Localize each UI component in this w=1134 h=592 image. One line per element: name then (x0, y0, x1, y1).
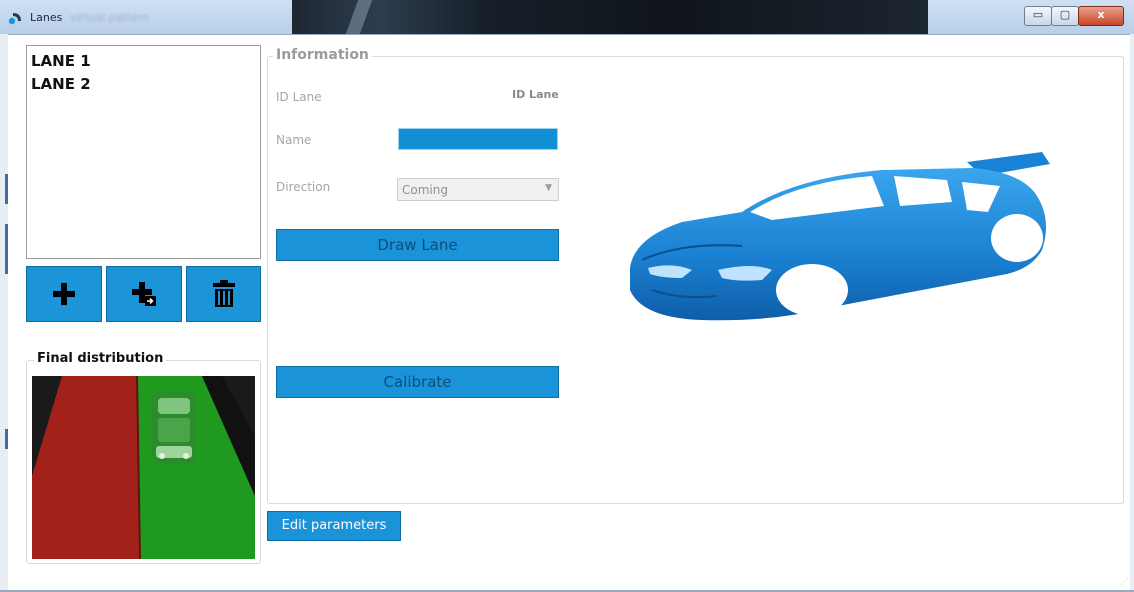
direction-value: Coming (402, 183, 448, 197)
lane-list-item[interactable]: LANE 2 (31, 73, 260, 96)
calibrate-button[interactable]: Calibrate (276, 366, 559, 398)
plus-arrow-icon (132, 282, 156, 306)
add-from-button[interactable] (106, 266, 182, 322)
draw-lane-button[interactable]: Draw Lane (276, 229, 559, 261)
name-label: Name (276, 133, 312, 147)
name-input[interactable] (398, 128, 558, 150)
app-icon (8, 13, 21, 25)
lane-list-item[interactable]: LANE 1 (31, 50, 260, 73)
window-title: Lanes (30, 11, 63, 24)
car-illustration (630, 152, 1050, 321)
direction-select[interactable]: Coming ▼ (397, 178, 559, 201)
close-icon: x (1097, 8, 1105, 21)
delete-lane-button[interactable] (186, 266, 261, 322)
title-bar-background (292, 0, 928, 34)
minimize-button[interactable]: ▭ (1024, 6, 1052, 26)
trash-icon (212, 280, 235, 307)
resize-grip-icon[interactable]: ⋰ (1120, 577, 1128, 586)
final-distribution-label: Final distribution (34, 351, 167, 366)
id-lane-label: ID Lane (276, 90, 322, 104)
minimize-icon: ▭ (1032, 8, 1044, 21)
final-distribution-image (32, 376, 255, 559)
id-lane-value: ID Lane (512, 88, 559, 101)
maximize-icon: ▢ (1059, 8, 1071, 21)
close-button[interactable]: x (1078, 6, 1124, 26)
lane-list[interactable]: LANE 1 LANE 2 (26, 45, 261, 259)
plus-icon (53, 283, 75, 305)
add-lane-button[interactable] (26, 266, 102, 322)
direction-label: Direction (276, 180, 331, 194)
window-frame-right (1130, 34, 1134, 592)
title-bar: Lanes virtual pattern ▭ ▢ x (0, 0, 1134, 35)
chevron-down-icon: ▼ (545, 183, 552, 193)
information-label: Information (273, 47, 372, 63)
window-frame-left (0, 34, 8, 592)
edit-parameters-button[interactable]: Edit parameters (267, 511, 401, 541)
maximize-button[interactable]: ▢ (1051, 6, 1079, 26)
window-subtitle: virtual pattern (70, 11, 150, 24)
